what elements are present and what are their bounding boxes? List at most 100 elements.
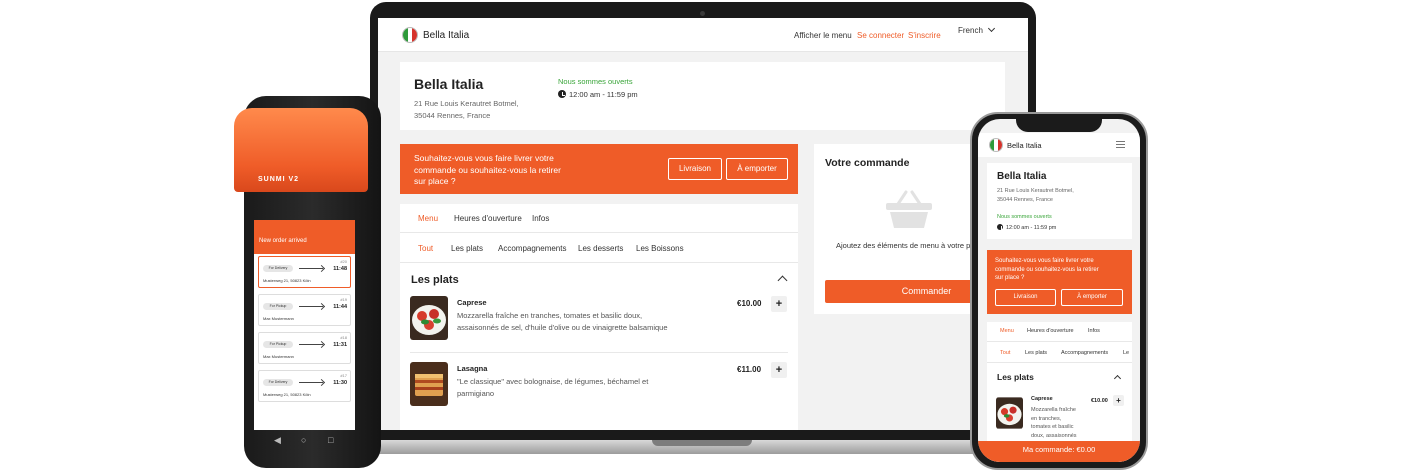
- question-line2: commande ou souhaitez-vous la retirer: [414, 164, 561, 175]
- categories-divider: [400, 262, 798, 263]
- dish-desc-lasagna: "Le classique" avec bolognaise, de légum…: [457, 376, 648, 400]
- opening-hours: 12:00 am - 11:59 pm: [558, 90, 638, 99]
- pos-screen: New order arrived #20 For Delivery 11:48…: [254, 220, 355, 430]
- phone-hours: 12:00 am - 11:59 pm: [997, 224, 1056, 231]
- desc-line1: Mozzarella fraîche: [1031, 407, 1076, 413]
- category-drinks[interactable]: Les Boissons: [636, 244, 684, 253]
- category-mains[interactable]: Les plats: [451, 244, 483, 253]
- pickup-button[interactable]: À emporter: [726, 158, 788, 180]
- dish-divider: [410, 352, 788, 353]
- phone-section-title: Les plats: [997, 372, 1034, 382]
- order-type-tag: For Delivery: [263, 379, 293, 386]
- arrow-right-icon: [299, 382, 323, 383]
- order-number: #17: [340, 373, 347, 378]
- home-icon[interactable]: ○: [301, 435, 306, 445]
- tabs-divider: [400, 232, 798, 233]
- site-header: Bella Italia Afficher le menu Se connect…: [378, 18, 1028, 52]
- pos-title: New order arrived: [259, 238, 307, 244]
- add-lasagna-button[interactable]: +: [771, 362, 787, 378]
- pos-printer: [234, 108, 368, 192]
- question-line2: commande ou souhaitez-vous la retirer: [995, 266, 1099, 273]
- phone-delivery-banner: Souhaitez-vous vous faire livrer votre c…: [987, 250, 1132, 314]
- chevron-up-icon[interactable]: [1113, 374, 1122, 383]
- phone-delivery-button[interactable]: Livraison: [995, 289, 1056, 306]
- phone-dish-desc-caprese: Mozzarella fraîche en tranches, tomates …: [1031, 406, 1077, 440]
- tab-menu[interactable]: Menu: [418, 214, 438, 223]
- phone-screen: Bella Italia Bella Italia 21 Rue Louis K…: [978, 119, 1140, 462]
- arrow-right-icon: [299, 268, 323, 269]
- phone-order-bar[interactable]: Ma commande: €0.00: [978, 441, 1140, 462]
- address-line2: 35044 Rennes, France: [414, 111, 491, 120]
- order-address: Musterweg 21, 50823 Köln: [263, 278, 311, 283]
- phone-dish-name-caprese: Caprese: [1031, 396, 1053, 402]
- question-line3: sur place ?: [414, 176, 456, 186]
- brand-name: Bella Italia: [423, 30, 470, 41]
- phone-tab-infos[interactable]: Infos: [1088, 328, 1100, 334]
- phone-tab-hours[interactable]: Heures d'ouverture: [1027, 328, 1074, 334]
- language-label: French: [958, 26, 983, 35]
- question-line1: Souhaitez-vous vous faire livrer votre: [414, 153, 554, 163]
- order-time: 11:31: [333, 342, 347, 348]
- phone-add-caprese-button[interactable]: +: [1113, 395, 1124, 406]
- phone-delivery-question: Souhaitez-vous vous faire livrer votre c…: [995, 257, 1099, 283]
- recents-icon[interactable]: □: [328, 435, 333, 445]
- desc-line4: doux, assaisonnés: [1031, 432, 1077, 439]
- dish-name-caprese: Caprese: [457, 298, 487, 307]
- language-select[interactable]: French: [958, 24, 995, 35]
- chevron-down-icon: [987, 24, 995, 33]
- webcam: [700, 11, 705, 16]
- basket-icon: [886, 190, 932, 228]
- pos-order-card[interactable]: #18 For Pickup 11:31 Max Mustermann: [258, 332, 351, 364]
- phone-restaurant-card: Bella Italia 21 Rue Louis Kerautret Botm…: [987, 163, 1132, 239]
- phone-dish-price-caprese: €10.00: [1091, 398, 1108, 404]
- order-address: Max Mustermann: [263, 316, 294, 321]
- restaurant-address: 21 Rue Louis Kerautret Botmel, 35044 Ren…: [414, 98, 519, 122]
- order-type-tag: For Delivery: [263, 265, 293, 272]
- phone-category-all[interactable]: Tout: [1000, 350, 1010, 356]
- pos-order-card[interactable]: #19 For Pickup 11:44 Max Mustermann: [258, 294, 351, 326]
- phone-open-status: Nous sommes ouverts: [997, 214, 1052, 220]
- laptop-notch: [652, 440, 752, 446]
- phone-category-sides[interactable]: Accompagnements: [1061, 350, 1108, 356]
- phone-pickup-button[interactable]: À emporter: [1061, 289, 1123, 306]
- clock-icon: [558, 90, 566, 98]
- chevron-up-icon[interactable]: [777, 275, 788, 286]
- delivery-button[interactable]: Livraison: [668, 158, 722, 180]
- desc-line2: en tranches,: [1031, 415, 1062, 422]
- order-number: #19: [340, 297, 347, 302]
- tab-infos[interactable]: Infos: [532, 214, 549, 223]
- category-all[interactable]: Tout: [418, 244, 433, 253]
- signup-link[interactable]: S'inscrire: [908, 31, 941, 40]
- login-link[interactable]: Se connecter: [857, 31, 904, 40]
- order-time: 11:44: [333, 304, 347, 310]
- phone-caprese-image: [996, 397, 1023, 429]
- lasagna-image: [410, 362, 448, 406]
- add-caprese-button[interactable]: +: [771, 296, 787, 312]
- caprese-image: [410, 296, 448, 340]
- order-number: #20: [340, 259, 347, 264]
- back-icon[interactable]: ◀: [274, 435, 281, 446]
- pos-order-card[interactable]: #17 For Delivery 11:30 Musterweg 21, 508…: [258, 370, 351, 402]
- categories-divider: [987, 362, 1132, 363]
- phone-brand: Bella Italia: [1007, 141, 1042, 150]
- desc-line3: tomates et basilic: [1031, 424, 1074, 430]
- phone-category-mains[interactable]: Les plats: [1025, 350, 1047, 356]
- restaurant-logo-icon: [989, 138, 1003, 152]
- phone-tab-menu[interactable]: Menu: [1000, 328, 1014, 334]
- tab-opening-hours[interactable]: Heures d'ouverture: [454, 214, 522, 223]
- desc-line2: assaisonnés de sel, d'huile d'olive ou d…: [457, 323, 668, 332]
- menu-icon[interactable]: [1116, 141, 1125, 149]
- tabs-divider: [987, 341, 1132, 342]
- category-desserts[interactable]: Les desserts: [578, 244, 623, 253]
- phone-category-partial[interactable]: Le: [1123, 350, 1129, 356]
- question-line3: sur place ?: [995, 275, 1025, 281]
- pos-order-card[interactable]: #20 For Delivery 11:48 Musterweg 21, 508…: [258, 256, 351, 288]
- desc-line1: Mozzarella fraîche en tranches, tomates …: [457, 311, 643, 320]
- restaurant-info-card: Bella Italia 21 Rue Louis Kerautret Botm…: [400, 62, 1005, 130]
- category-sides[interactable]: Accompagnements: [498, 244, 566, 253]
- view-menu-link[interactable]: Afficher le menu: [794, 31, 852, 40]
- clock-icon: [997, 224, 1004, 230]
- menu-card: Menu Heures d'ouverture Infos Tout Les p…: [400, 204, 798, 430]
- order-address: Musterweg 21, 50823 Köln: [263, 392, 311, 397]
- delivery-question: Souhaitez-vous vous faire livrer votre c…: [414, 153, 561, 188]
